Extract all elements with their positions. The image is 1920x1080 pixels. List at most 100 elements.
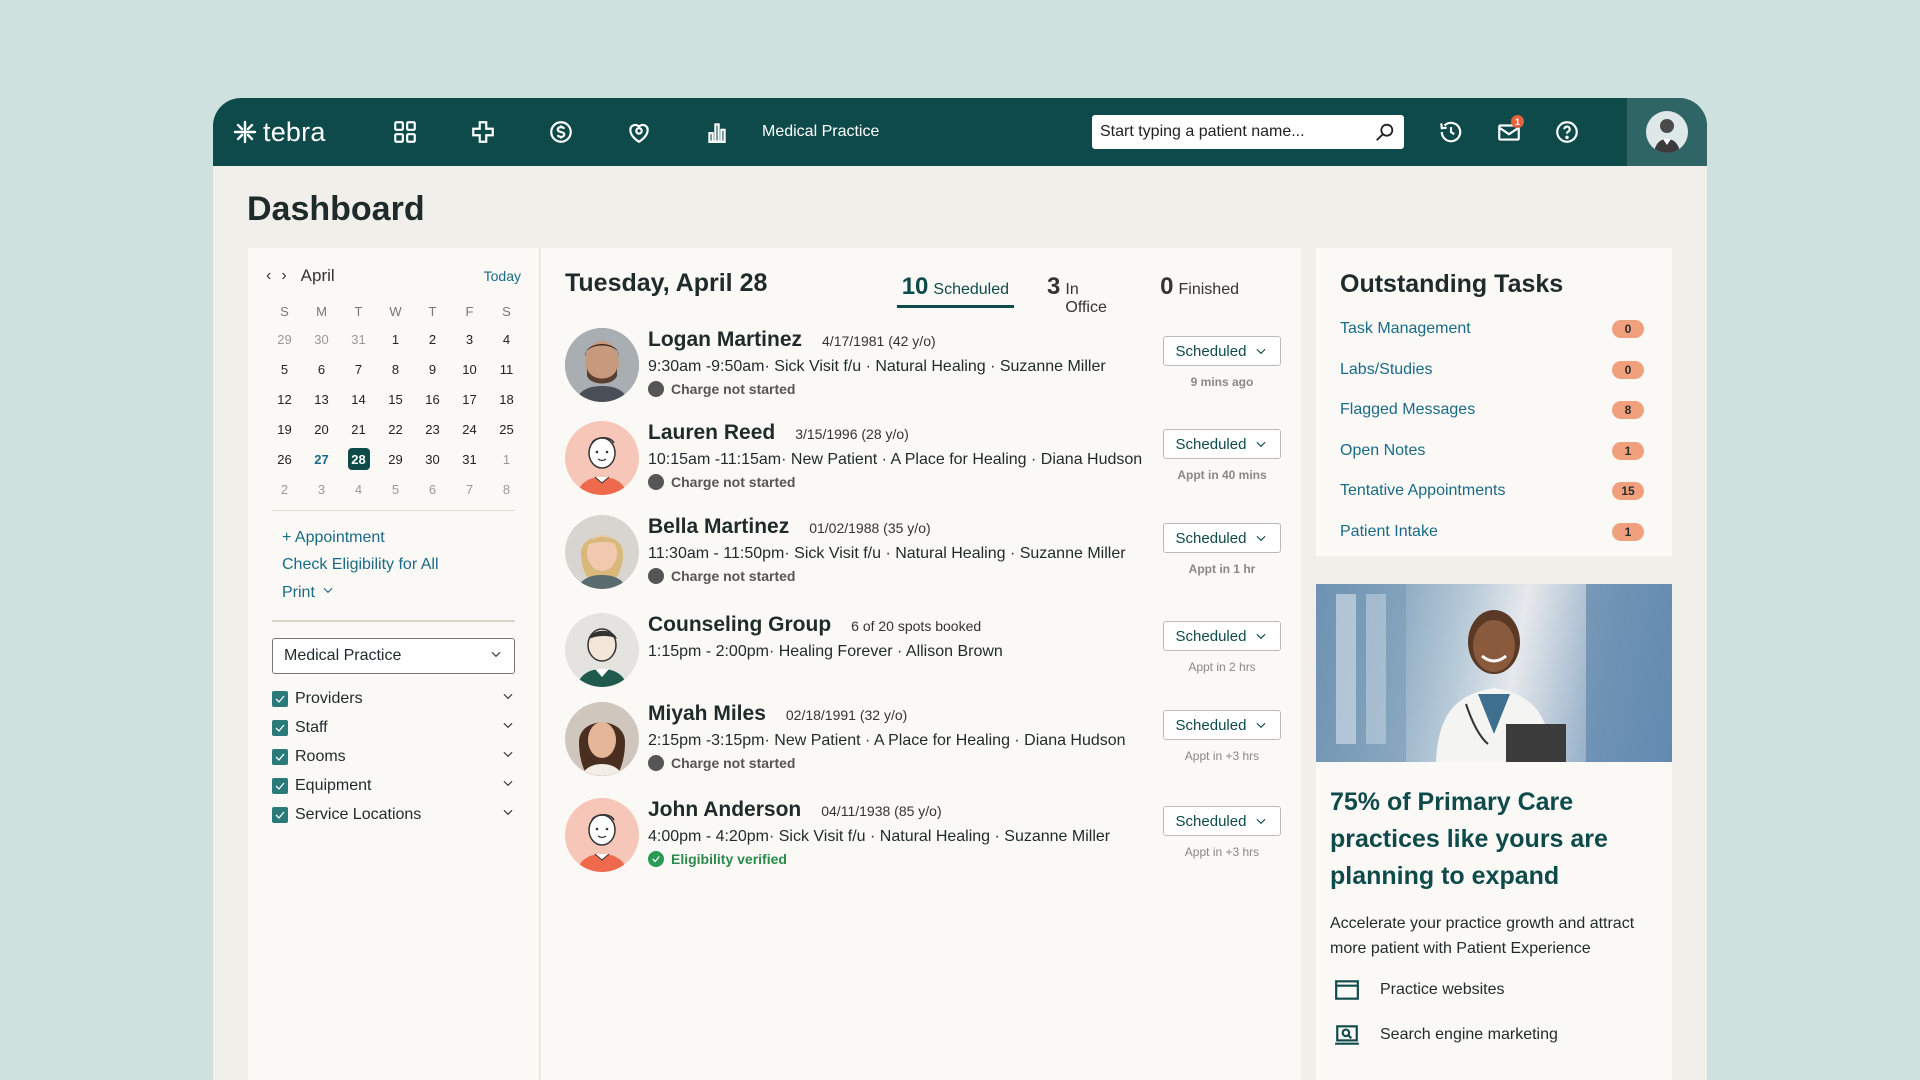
chevron-down-icon[interactable] bbox=[501, 776, 515, 795]
patient-name[interactable]: John Anderson bbox=[648, 798, 801, 822]
nav-clinical[interactable] bbox=[444, 98, 522, 166]
calendar-day[interactable]: 11 bbox=[488, 356, 525, 382]
chevron-down-icon[interactable] bbox=[501, 689, 515, 708]
patient-search-input[interactable]: Start typing a patient name... bbox=[1092, 115, 1404, 149]
filter-checkbox[interactable] bbox=[272, 806, 288, 823]
calendar-day[interactable]: 31 bbox=[340, 326, 377, 352]
calendar-day[interactable]: 12 bbox=[266, 386, 303, 412]
chevron-down-icon[interactable] bbox=[501, 747, 515, 766]
appointment-row[interactable]: John Anderson 04/11/1938 (85 y/o) 4:00pm -… bbox=[565, 798, 1281, 888]
task-item[interactable]: Patient Intake 1 bbox=[1316, 512, 1672, 553]
calendar-day[interactable]: 30 bbox=[414, 446, 451, 472]
calendar-day[interactable]: 13 bbox=[303, 386, 340, 412]
print-menu[interactable]: Print bbox=[282, 583, 505, 602]
prev-month-chevron-icon[interactable]: ‹ bbox=[266, 267, 271, 285]
calendar-day[interactable]: 7 bbox=[451, 476, 488, 502]
calendar-day[interactable]: 3 bbox=[303, 476, 340, 502]
calendar-day[interactable]: 29 bbox=[266, 326, 303, 352]
tab-scheduled[interactable]: 10 Scheduled bbox=[896, 248, 1015, 318]
calendar-day[interactable]: 23 bbox=[414, 416, 451, 442]
task-label[interactable]: Labs/Studies bbox=[1340, 361, 1433, 379]
filter-checkbox[interactable] bbox=[272, 777, 288, 794]
filter-checkbox[interactable] bbox=[272, 748, 288, 765]
calendar-day[interactable]: 7 bbox=[340, 356, 377, 382]
filter-equipment[interactable]: Equipment bbox=[272, 775, 515, 796]
nav-billing[interactable] bbox=[522, 98, 600, 166]
appointment-row[interactable]: Bella Martinez 01/02/1988 (35 y/o) 11:30am… bbox=[565, 515, 1281, 605]
tab-finished[interactable]: 0 Finished bbox=[1160, 248, 1239, 318]
check-eligibility-link[interactable]: Check Eligibility for All bbox=[282, 556, 505, 574]
calendar-day[interactable]: 10 bbox=[451, 356, 488, 382]
calendar-day[interactable]: 18 bbox=[488, 386, 525, 412]
task-item[interactable]: Flagged Messages 8 bbox=[1316, 390, 1672, 431]
nav-dashboard-grid[interactable] bbox=[366, 98, 444, 166]
filter-checkbox[interactable] bbox=[272, 719, 288, 736]
user-avatar-button[interactable] bbox=[1627, 98, 1707, 166]
status-dropdown[interactable]: Scheduled bbox=[1163, 806, 1281, 836]
task-item[interactable]: Task Management 0 bbox=[1316, 309, 1672, 350]
patient-name[interactable]: Logan Martinez bbox=[648, 328, 802, 352]
calendar-day[interactable]: 6 bbox=[414, 476, 451, 502]
task-label[interactable]: Open Notes bbox=[1340, 442, 1425, 460]
chevron-down-icon[interactable] bbox=[501, 718, 515, 737]
help-button[interactable] bbox=[1538, 98, 1596, 166]
calendar-day[interactable]: 30 bbox=[303, 326, 340, 352]
calendar-day[interactable]: 1 bbox=[377, 326, 414, 352]
patient-name[interactable]: Lauren Reed bbox=[648, 421, 775, 445]
calendar-day[interactable]: 5 bbox=[377, 476, 414, 502]
patient-name[interactable]: Bella Martinez bbox=[648, 515, 789, 539]
filter-service-locations[interactable]: Service Locations bbox=[272, 804, 515, 825]
calendar-day[interactable]: 19 bbox=[266, 416, 303, 442]
calendar-day[interactable]: 17 bbox=[451, 386, 488, 412]
task-label[interactable]: Flagged Messages bbox=[1340, 401, 1475, 419]
status-dropdown[interactable]: Scheduled bbox=[1163, 336, 1281, 366]
appointment-row[interactable]: Lauren Reed 3/15/1996 (28 y/o) 10:15am -11… bbox=[565, 421, 1281, 511]
filter-rooms[interactable]: Rooms bbox=[272, 746, 515, 767]
task-label[interactable]: Patient Intake bbox=[1340, 523, 1438, 541]
calendar-day[interactable]: 29 bbox=[377, 446, 414, 472]
calendar-day[interactable]: 5 bbox=[266, 356, 303, 382]
calendar-day[interactable]: 14 bbox=[340, 386, 377, 412]
task-item[interactable]: Labs/Studies 0 bbox=[1316, 350, 1672, 391]
next-month-chevron-icon[interactable]: › bbox=[281, 267, 286, 285]
appointment-row[interactable]: Logan Martinez 4/17/1981 (42 y/o) 9:30am -… bbox=[565, 328, 1281, 418]
practice-name-label[interactable]: Medical Practice bbox=[762, 123, 1092, 141]
calendar-day[interactable]: 26 bbox=[266, 446, 303, 472]
calendar-day[interactable]: 3 bbox=[451, 326, 488, 352]
task-label[interactable]: Tentative Appointments bbox=[1340, 482, 1505, 500]
task-item[interactable]: Tentative Appointments 15 bbox=[1316, 471, 1672, 512]
calendar-day[interactable]: 27 bbox=[303, 446, 340, 472]
task-label[interactable]: Task Management bbox=[1340, 320, 1471, 338]
filter-staff[interactable]: Staff bbox=[272, 717, 515, 738]
calendar-day[interactable]: 4 bbox=[488, 326, 525, 352]
practice-select[interactable]: Medical Practice bbox=[272, 638, 515, 674]
promo-item-practice-websites[interactable]: Practice websites bbox=[1316, 967, 1672, 1012]
today-link[interactable]: Today bbox=[484, 268, 521, 284]
calendar-day[interactable]: 28 bbox=[340, 446, 377, 472]
status-dropdown[interactable]: Scheduled bbox=[1163, 710, 1281, 740]
task-item[interactable]: Open Notes 1 bbox=[1316, 431, 1672, 472]
filter-providers[interactable]: Providers bbox=[272, 688, 515, 709]
status-dropdown[interactable]: Scheduled bbox=[1163, 523, 1281, 553]
calendar-day[interactable]: 24 bbox=[451, 416, 488, 442]
nav-patient-experience[interactable] bbox=[600, 98, 678, 166]
appointment-row[interactable]: Counseling Group 6 of 20 spots booked 1:15… bbox=[565, 613, 1281, 703]
calendar-day[interactable]: 2 bbox=[266, 476, 303, 502]
calendar-day[interactable]: 8 bbox=[377, 356, 414, 382]
history-button[interactable] bbox=[1422, 98, 1480, 166]
calendar-day[interactable]: 20 bbox=[303, 416, 340, 442]
status-dropdown[interactable]: Scheduled bbox=[1163, 429, 1281, 459]
messages-button[interactable]: 1 bbox=[1480, 98, 1538, 166]
calendar-day[interactable]: 2 bbox=[414, 326, 451, 352]
filter-checkbox[interactable] bbox=[272, 690, 288, 707]
promo-item-search-engine-marketing[interactable]: Search engine marketing bbox=[1316, 1012, 1672, 1057]
appointment-row[interactable]: Miyah Miles 02/18/1991 (32 y/o) 2:15pm -3:… bbox=[565, 702, 1281, 792]
brand-logo[interactable]: tebra bbox=[233, 117, 366, 148]
patient-name[interactable]: Miyah Miles bbox=[648, 702, 766, 726]
calendar-day[interactable]: 1 bbox=[488, 446, 525, 472]
calendar-day[interactable]: 31 bbox=[451, 446, 488, 472]
add-appointment-link[interactable]: + Appointment bbox=[282, 529, 505, 547]
calendar-day[interactable]: 9 bbox=[414, 356, 451, 382]
status-dropdown[interactable]: Scheduled bbox=[1163, 621, 1281, 651]
calendar-day[interactable]: 8 bbox=[488, 476, 525, 502]
